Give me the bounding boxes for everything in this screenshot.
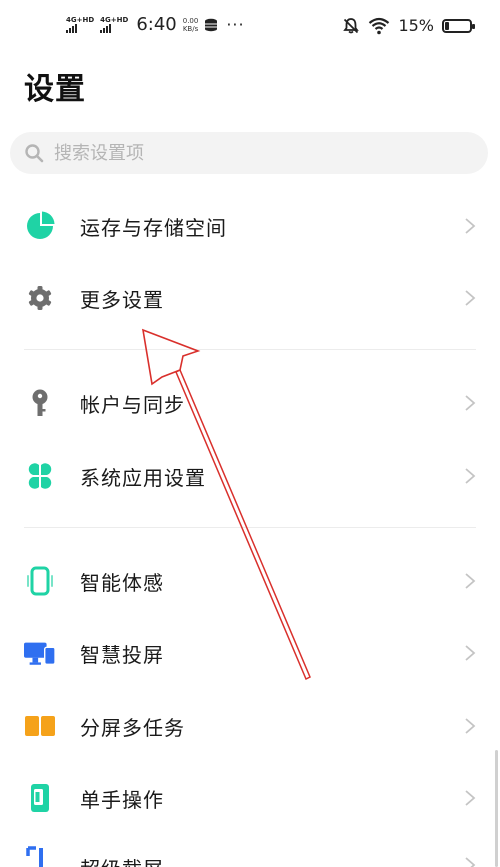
menu-item-label: 单手操作 — [80, 787, 164, 812]
menu-item-screen-cast[interactable]: 智慧投屏 — [0, 617, 500, 689]
gear-icon — [24, 282, 56, 314]
status-left: 4G+HD 4G+HD 6:40 0.00 KB/s ··· — [66, 14, 245, 35]
screenshot-icon — [24, 845, 56, 867]
clock: 6:40 — [136, 14, 177, 35]
battery-icon — [442, 18, 475, 33]
chevron-right-icon — [465, 645, 476, 661]
speed-unit: KB/s — [182, 24, 199, 33]
chevron-right-icon — [465, 395, 476, 411]
sim1-label: 4G+HD — [66, 16, 95, 24]
page-title: 设置 — [24, 72, 86, 107]
menu-item-label: 更多设置 — [80, 287, 164, 312]
search-icon — [25, 144, 44, 163]
database-icon — [205, 18, 218, 31]
chevron-right-icon — [465, 718, 476, 734]
cast-screen-icon — [24, 637, 56, 669]
menu-item-label: 智能体感 — [80, 570, 164, 595]
mute-bell-icon — [343, 17, 360, 33]
one-hand-icon — [24, 782, 56, 814]
clover-apps-icon — [24, 460, 56, 492]
section-divider — [24, 527, 476, 528]
speed-value: 0.00 — [182, 16, 199, 25]
menu-item-storage[interactable]: 运存与存储空间 — [0, 190, 500, 262]
key-icon — [24, 387, 56, 419]
menu-item-motion-sense[interactable]: 智能体感 — [0, 545, 500, 617]
phone-outline-icon — [24, 565, 56, 597]
menu-item-more-settings[interactable]: 更多设置 — [0, 262, 500, 334]
menu-item-label: 分屏多任务 — [80, 715, 185, 740]
menu-item-system-apps[interactable]: 系统应用设置 — [0, 440, 500, 512]
menu-item-super-screenshot[interactable]: 超级截屏 — [0, 835, 500, 867]
chevron-right-icon — [465, 857, 476, 867]
signal-sim1-icon: 4G+HD — [66, 16, 94, 33]
signal-sim2-icon: 4G+HD — [100, 16, 128, 33]
search-input[interactable] — [54, 142, 434, 164]
menu-item-accounts-sync[interactable]: 帐户与同步 — [0, 367, 500, 439]
network-speed: 0.00 KB/s — [183, 17, 199, 33]
menu-item-split-screen[interactable]: 分屏多任务 — [0, 690, 500, 762]
section-divider — [24, 349, 476, 350]
more-notifications-icon: ··· — [226, 15, 245, 34]
menu-item-label: 帐户与同步 — [80, 392, 185, 417]
menu-item-label: 智慧投屏 — [80, 642, 164, 667]
menu-item-label: 系统应用设置 — [80, 465, 206, 490]
status-right: 15% — [342, 16, 475, 35]
scrollbar-thumb[interactable] — [495, 750, 498, 867]
split-screen-icon — [24, 710, 56, 742]
search-bar[interactable] — [10, 132, 488, 174]
menu-item-label: 运存与存储空间 — [80, 215, 227, 240]
wifi-icon — [369, 17, 390, 34]
chevron-right-icon — [465, 468, 476, 484]
sim2-label: 4G+HD — [100, 16, 129, 24]
chevron-right-icon — [465, 573, 476, 589]
pie-chart-icon — [24, 210, 56, 242]
chevron-right-icon — [465, 290, 476, 306]
chevron-right-icon — [465, 790, 476, 806]
chevron-right-icon — [465, 218, 476, 234]
menu-item-label: 超级截屏 — [80, 853, 164, 867]
menu-item-one-hand[interactable]: 单手操作 — [0, 762, 500, 834]
status-bar: 4G+HD 4G+HD 6:40 0.00 KB/s ··· 15% — [0, 0, 500, 56]
battery-percent: 15% — [398, 16, 434, 35]
